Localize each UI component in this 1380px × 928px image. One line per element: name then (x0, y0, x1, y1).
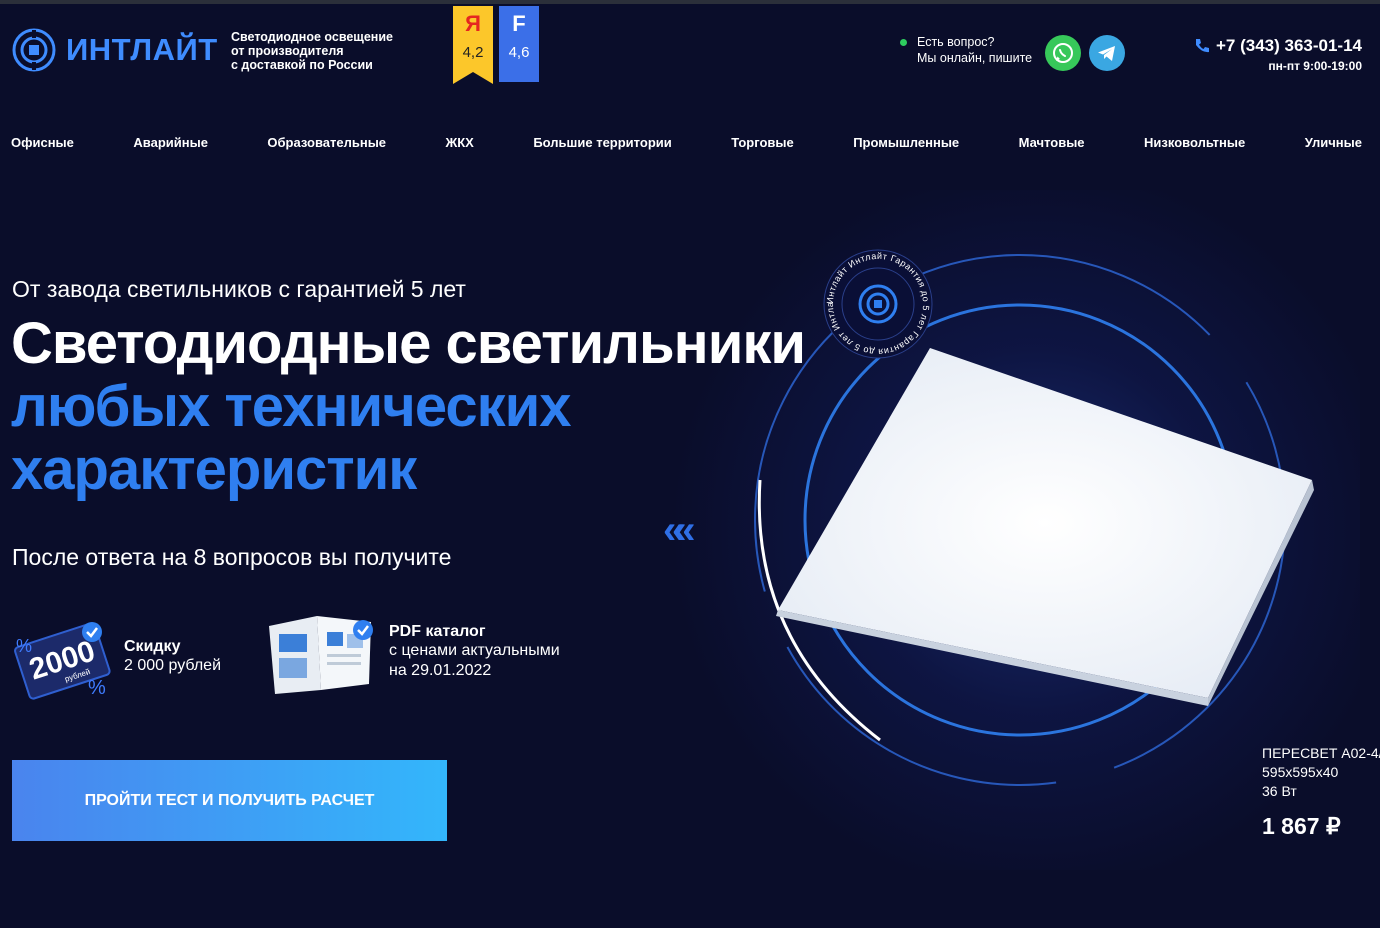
category-nav: Офисные Аварийные Образовательные ЖКХ Бо… (11, 135, 1362, 150)
warranty-badge: Интлайт Интлайт Гарантия до 5 лет Гарант… (822, 248, 933, 359)
phone-block: +7 (343) 363-01-14 пн-пт 9:00-19:00 (1193, 36, 1362, 73)
flamp-rating-badge[interactable]: F 4,6 (499, 6, 539, 82)
discount-title: Скидку (124, 638, 181, 655)
product-size: 595х595х40 (1262, 764, 1339, 780)
discount-card-icon: 2000 рублей % % (14, 622, 111, 700)
rating-value: 4,2 (462, 44, 484, 61)
logo-icon (12, 28, 56, 72)
whatsapp-button[interactable] (1045, 35, 1081, 71)
catalog-icon (269, 616, 373, 694)
nav-item-industrial[interactable]: Промышленные (853, 135, 959, 150)
window-top-border (0, 0, 1380, 4)
product-name: ПЕРЕСВЕТ А02-4/1 (1262, 745, 1380, 761)
product-illustration (754, 254, 1314, 786)
online-status: Есть вопрос? Мы онлайн, пишите (900, 34, 1032, 66)
nav-item-retail[interactable]: Торговые (731, 135, 794, 150)
nav-item-emergency[interactable]: Аварийные (133, 135, 208, 150)
discount-bonus: 2000 рублей % % Скидку 2 000 рублей (12, 612, 221, 702)
nav-item-housing[interactable]: ЖКХ (446, 135, 474, 150)
quiz-note: После ответа на 8 вопросов вы получите (12, 544, 452, 570)
nav-item-street[interactable]: Уличные (1305, 135, 1362, 150)
carousel-prev-arrows[interactable]: «« (663, 508, 695, 553)
hero-title-line: любых технических (11, 374, 572, 439)
discount-desc: 2 000 рублей (124, 657, 221, 674)
hero-subtitle: От завода светильников с гарантией 5 лет (12, 276, 466, 302)
nav-item-mast[interactable]: Мачтовые (1019, 135, 1085, 150)
catalog-title: PDF каталог (389, 623, 486, 640)
rating-value: 4,6 (508, 44, 530, 61)
flamp-icon: F (512, 11, 526, 36)
tagline-line: от производителя (231, 44, 344, 58)
work-hours: пн-пт 9:00-19:00 (1268, 59, 1362, 73)
product-power: 36 Вт (1262, 783, 1297, 799)
nav-item-education[interactable]: Образовательные (267, 135, 386, 150)
start-quiz-button[interactable]: ПРОЙТИ ТЕСТ И ПОЛУЧИТЬ РАСЧЕТ (12, 760, 447, 841)
catalog-desc-line: с ценами актуальными (389, 642, 560, 659)
telegram-icon (1098, 46, 1115, 61)
catalog-date-line: на 29.01.2022 (389, 662, 492, 679)
tagline-line: Светодиодное освещение (231, 30, 393, 44)
logo[interactable]: ИНТЛАЙТ (12, 28, 218, 72)
nav-item-low-voltage[interactable]: Низковольтные (1144, 135, 1245, 150)
yandex-rating-badge[interactable]: Я 4,2 (453, 6, 493, 84)
online-text: Мы онлайн, пишите (917, 51, 1033, 65)
hero-title: Светодиодные светильники любых техническ… (11, 311, 806, 502)
hero-title-line: Светодиодные светильники (11, 311, 806, 376)
yandex-icon: Я (465, 11, 481, 36)
phone-icon (1195, 39, 1209, 53)
svg-text:%: % (16, 636, 32, 656)
question-text: Есть вопрос? (917, 35, 995, 49)
svg-text:%: % (88, 677, 106, 699)
online-dot-icon (900, 39, 907, 46)
whatsapp-icon (1053, 43, 1073, 63)
product-price: 1 867 ₽ (1262, 813, 1341, 839)
nav-item-large-areas[interactable]: Большие территории (533, 135, 671, 150)
brand-tagline: Светодиодное освещение от производителя … (231, 30, 393, 72)
telegram-button[interactable] (1089, 35, 1125, 71)
product-card: ПЕРЕСВЕТ А02-4/1 595х595х40 36 Вт 1 867 … (1262, 744, 1380, 840)
nav-item-office[interactable]: Офисные (11, 135, 74, 150)
brand-name: ИНТЛАЙТ (66, 32, 218, 67)
phone-link[interactable]: +7 (343) 363-01-14 (1216, 36, 1362, 56)
tagline-line: с доставкой по России (231, 58, 373, 72)
led-panel (778, 348, 1312, 698)
hero-title-line: характеристик (11, 437, 417, 502)
catalog-bonus: PDF каталог с ценами актуальными на 29.0… (265, 604, 560, 700)
